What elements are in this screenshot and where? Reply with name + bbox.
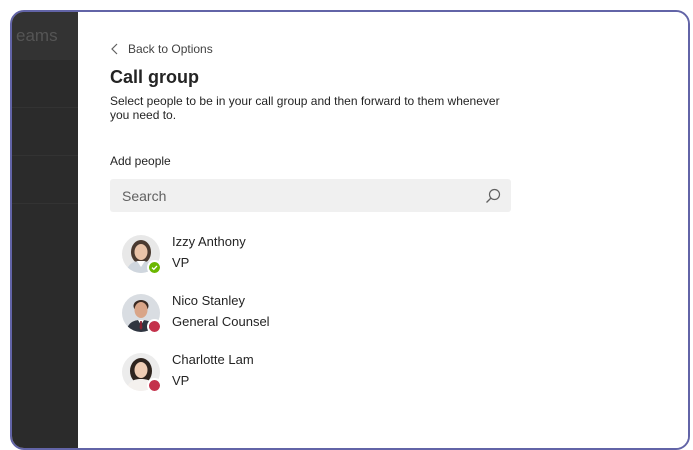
list-item-person[interactable]: Nico Stanley General Counsel xyxy=(122,292,270,351)
left-rail: eams xyxy=(12,12,78,448)
page-title: Call group xyxy=(110,67,199,87)
person-role: VP xyxy=(172,255,190,270)
rail-divider xyxy=(12,203,78,204)
presence-busy-icon xyxy=(149,380,160,391)
back-to-options-link[interactable]: Back to Options xyxy=(110,42,213,56)
add-people-label: Add people xyxy=(110,154,171,168)
teams-window: eams Back to Options Call group Select p… xyxy=(10,10,690,450)
presence-check-icon xyxy=(149,262,160,273)
app-title: eams xyxy=(12,12,78,60)
page-description: Select people to be in your call group a… xyxy=(110,94,500,122)
rail-divider xyxy=(12,155,78,156)
avatar xyxy=(122,294,162,334)
person-name: Izzy Anthony xyxy=(172,234,246,249)
call-group-panel: Back to Options Call group Select people… xyxy=(78,12,688,448)
avatar xyxy=(122,235,162,275)
people-list: Izzy Anthony VP Nico Stanley General Cou… xyxy=(122,233,270,410)
presence-busy-badge xyxy=(147,319,162,334)
rail-divider xyxy=(12,107,78,108)
person-name: Nico Stanley xyxy=(172,293,245,308)
person-role: VP xyxy=(172,373,190,388)
avatar xyxy=(122,353,162,393)
presence-busy-badge xyxy=(147,378,162,393)
search-box[interactable] xyxy=(110,179,511,212)
presence-busy-icon xyxy=(149,321,160,332)
presence-available-badge xyxy=(147,260,162,275)
list-item-person[interactable]: Izzy Anthony VP xyxy=(122,233,270,292)
list-item-person[interactable]: Charlotte Lam VP xyxy=(122,351,270,410)
chevron-left-icon xyxy=(111,43,118,55)
search-icon[interactable] xyxy=(485,188,501,204)
person-role: General Counsel xyxy=(172,314,270,329)
search-input[interactable] xyxy=(122,187,485,204)
person-name: Charlotte Lam xyxy=(172,352,254,367)
back-link-label: Back to Options xyxy=(128,42,213,56)
